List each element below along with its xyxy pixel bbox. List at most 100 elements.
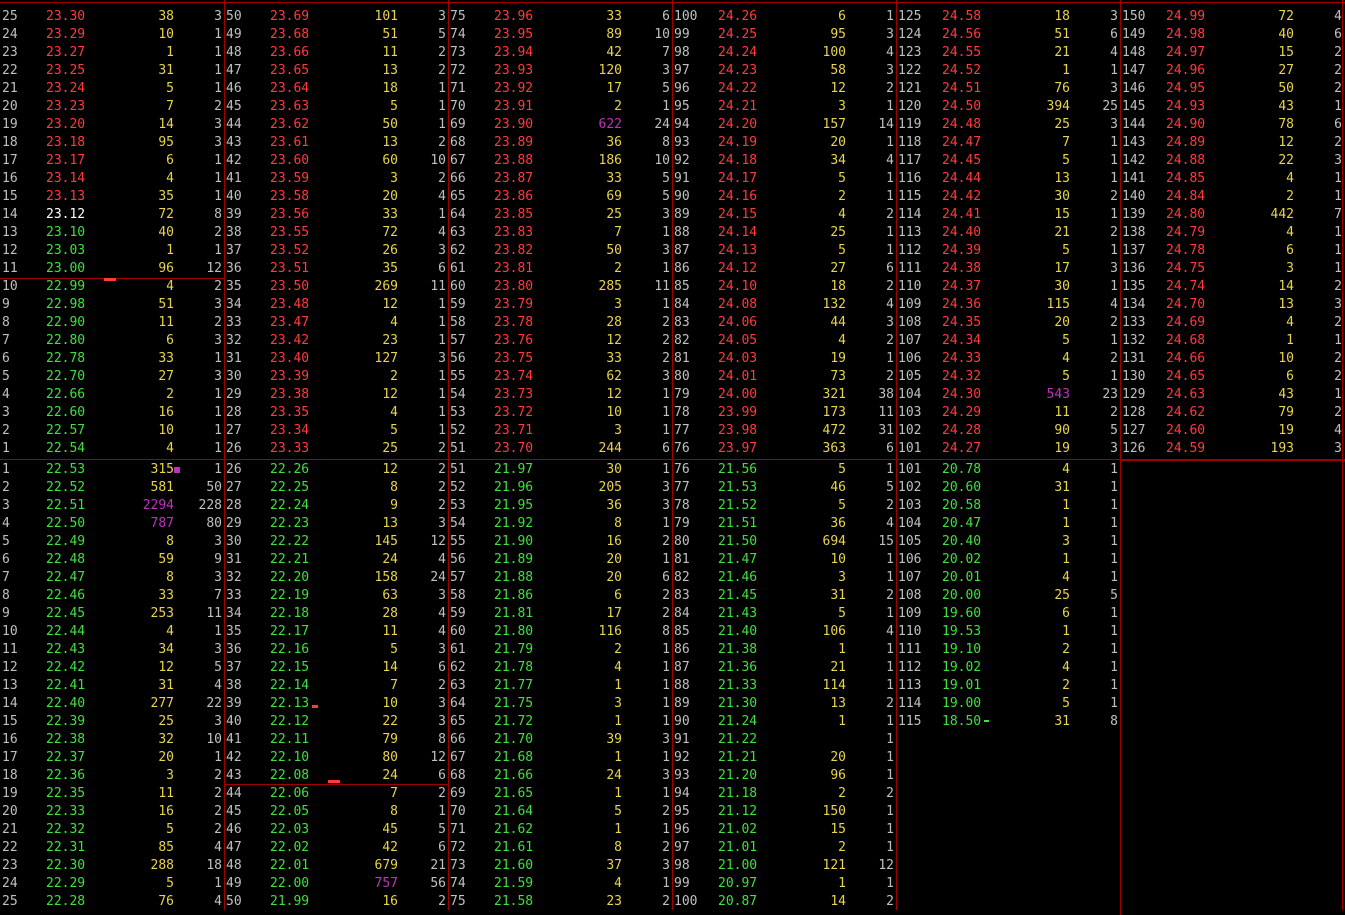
price-row[interactable]: 148 24.97 15 2 (1120, 44, 1344, 62)
price-row[interactable]: 137 24.78 6 1 (1120, 242, 1344, 260)
price-row[interactable]: 38 23.55 72 4 (224, 224, 448, 242)
price-row[interactable]: 36 23.51 35 6 (224, 260, 448, 278)
price-row[interactable]: 94 21.18 2 2 (672, 785, 896, 803)
price-row[interactable]: 44 22.06 7 2 (224, 785, 448, 803)
price-row[interactable]: 103 24.29 11 2 (896, 404, 1120, 422)
price-row[interactable]: 117 24.45 5 1 (896, 152, 1120, 170)
price-row[interactable]: 54 23.73 12 1 (448, 386, 672, 404)
price-row[interactable]: 29 22.23 13 3 (224, 515, 448, 533)
price-row[interactable]: 51 21.97 30 1 (448, 461, 672, 479)
price-row[interactable]: 52 21.96 205 3 (448, 479, 672, 497)
price-row[interactable]: 31 23.40 127 3 (224, 350, 448, 368)
price-row[interactable]: 122 24.52 1 1 (896, 62, 1120, 80)
price-row[interactable]: 15 23.13 35 1 (0, 188, 224, 206)
price-row[interactable]: 2 22.52 581 50 (0, 479, 224, 497)
price-row[interactable]: 57 21.88 20 6 (448, 569, 672, 587)
price-row[interactable]: 32 23.42 23 1 (224, 332, 448, 350)
price-row[interactable]: 53 21.95 36 3 (448, 497, 672, 515)
price-row[interactable]: 112 24.39 5 1 (896, 242, 1120, 260)
price-row[interactable]: 31 22.21 24 4 (224, 551, 448, 569)
price-row[interactable]: 1 22.54 4 1 (0, 440, 224, 458)
price-row[interactable]: 16 23.14 4 1 (0, 170, 224, 188)
price-row[interactable]: 130 24.65 6 2 (1120, 368, 1344, 386)
price-row[interactable]: 43 23.61 13 2 (224, 134, 448, 152)
price-row[interactable]: 34 22.18 28 4 (224, 605, 448, 623)
price-row[interactable]: 7 22.47 8 3 (0, 569, 224, 587)
price-row[interactable]: 2 22.57 10 1 (0, 422, 224, 440)
price-row[interactable]: 40 23.58 20 4 (224, 188, 448, 206)
price-row[interactable]: 36 22.16 5 3 (224, 641, 448, 659)
price-row[interactable]: 102 20.60 31 1 (896, 479, 1120, 497)
price-row[interactable]: 149 24.98 40 6 (1120, 26, 1344, 44)
price-row[interactable]: 17 23.17 6 1 (0, 152, 224, 170)
price-row[interactable]: 111 24.38 17 3 (896, 260, 1120, 278)
price-row[interactable]: 89 21.30 13 2 (672, 695, 896, 713)
price-row[interactable]: 15 22.39 25 3 (0, 713, 224, 731)
price-row[interactable]: 120 24.50 394 25 (896, 98, 1120, 116)
price-row[interactable]: 61 23.81 2 1 (448, 260, 672, 278)
price-row[interactable]: 84 21.43 5 1 (672, 605, 896, 623)
price-row[interactable]: 33 23.47 4 1 (224, 314, 448, 332)
price-row[interactable]: 80 21.50 694 15 (672, 533, 896, 551)
price-row[interactable]: 62 21.78 4 1 (448, 659, 672, 677)
price-row[interactable]: 17 22.37 20 1 (0, 749, 224, 767)
price-row[interactable]: 57 23.76 12 2 (448, 332, 672, 350)
price-row[interactable]: 86 24.12 27 6 (672, 260, 896, 278)
price-row[interactable]: 16 22.38 32 10 (0, 731, 224, 749)
price-row[interactable]: 21 22.32 5 2 (0, 821, 224, 839)
price-row[interactable]: 6 22.48 59 9 (0, 551, 224, 569)
price-row[interactable]: 18 22.36 3 2 (0, 767, 224, 785)
price-row[interactable]: 97 21.01 2 1 (672, 839, 896, 857)
price-row[interactable]: 76 21.56 5 1 (672, 461, 896, 479)
price-row[interactable]: 110 19.53 1 1 (896, 623, 1120, 641)
price-row[interactable]: 46 22.03 45 5 (224, 821, 448, 839)
price-row[interactable]: 59 21.81 17 2 (448, 605, 672, 623)
price-row[interactable]: 75 21.58 23 2 (448, 893, 672, 911)
price-row[interactable]: 49 23.68 51 5 (224, 26, 448, 44)
price-row[interactable]: 99 20.97 1 1 (672, 875, 896, 893)
price-row[interactable]: 128 24.62 79 2 (1120, 404, 1344, 422)
price-row[interactable]: 93 24.19 20 1 (672, 134, 896, 152)
price-row[interactable]: 45 22.05 8 1 (224, 803, 448, 821)
price-row[interactable]: 94 24.20 157 14 (672, 116, 896, 134)
price-row[interactable]: 88 24.14 25 1 (672, 224, 896, 242)
price-row[interactable]: 38 22.14 7 2 (224, 677, 448, 695)
price-row[interactable]: 83 24.06 44 3 (672, 314, 896, 332)
price-row[interactable]: 90 24.16 2 1 (672, 188, 896, 206)
price-row[interactable]: 60 23.80 285 11 (448, 278, 672, 296)
price-row[interactable]: 77 23.98 472 31 (672, 422, 896, 440)
price-row[interactable]: 52 23.71 3 1 (448, 422, 672, 440)
price-row[interactable]: 37 23.52 26 3 (224, 242, 448, 260)
price-row[interactable]: 68 23.89 36 8 (448, 134, 672, 152)
price-row[interactable]: 115 18.50 31 8 (896, 713, 1120, 731)
price-row[interactable]: 118 24.47 7 1 (896, 134, 1120, 152)
price-row[interactable]: 13 22.41 31 4 (0, 677, 224, 695)
price-row[interactable]: 129 24.63 43 1 (1120, 386, 1344, 404)
price-row[interactable]: 39 23.56 33 1 (224, 206, 448, 224)
price-row[interactable]: 107 20.01 4 1 (896, 569, 1120, 587)
price-row[interactable]: 126 24.59 193 3 (1120, 440, 1344, 458)
price-row[interactable]: 63 23.83 7 1 (448, 224, 672, 242)
price-row[interactable]: 101 20.78 4 1 (896, 461, 1120, 479)
price-row[interactable]: 24 22.29 5 1 (0, 875, 224, 893)
price-row[interactable]: 143 24.89 12 2 (1120, 134, 1344, 152)
price-row[interactable]: 64 23.85 25 3 (448, 206, 672, 224)
price-row[interactable]: 30 22.22 145 12 (224, 533, 448, 551)
price-row[interactable]: 107 24.34 5 1 (896, 332, 1120, 350)
price-row[interactable]: 78 21.52 5 2 (672, 497, 896, 515)
price-row[interactable]: 21 23.24 5 1 (0, 80, 224, 98)
price-row[interactable]: 109 19.60 6 1 (896, 605, 1120, 623)
price-row[interactable]: 75 23.96 33 6 (448, 8, 672, 26)
price-row[interactable]: 95 24.21 3 1 (672, 98, 896, 116)
price-row[interactable]: 45 23.63 5 1 (224, 98, 448, 116)
price-row[interactable]: 134 24.70 13 3 (1120, 296, 1344, 314)
price-row[interactable]: 47 22.02 42 6 (224, 839, 448, 857)
price-row[interactable]: 5 22.49 8 3 (0, 533, 224, 551)
price-row[interactable]: 58 21.86 6 2 (448, 587, 672, 605)
price-row[interactable]: 72 23.93 120 3 (448, 62, 672, 80)
price-row[interactable]: 33 22.19 63 3 (224, 587, 448, 605)
price-row[interactable]: 113 19.01 2 1 (896, 677, 1120, 695)
price-row[interactable]: 11 23.00 96 12 (0, 260, 224, 278)
price-row[interactable]: 119 24.48 25 3 (896, 116, 1120, 134)
price-row[interactable]: 127 24.60 19 4 (1120, 422, 1344, 440)
